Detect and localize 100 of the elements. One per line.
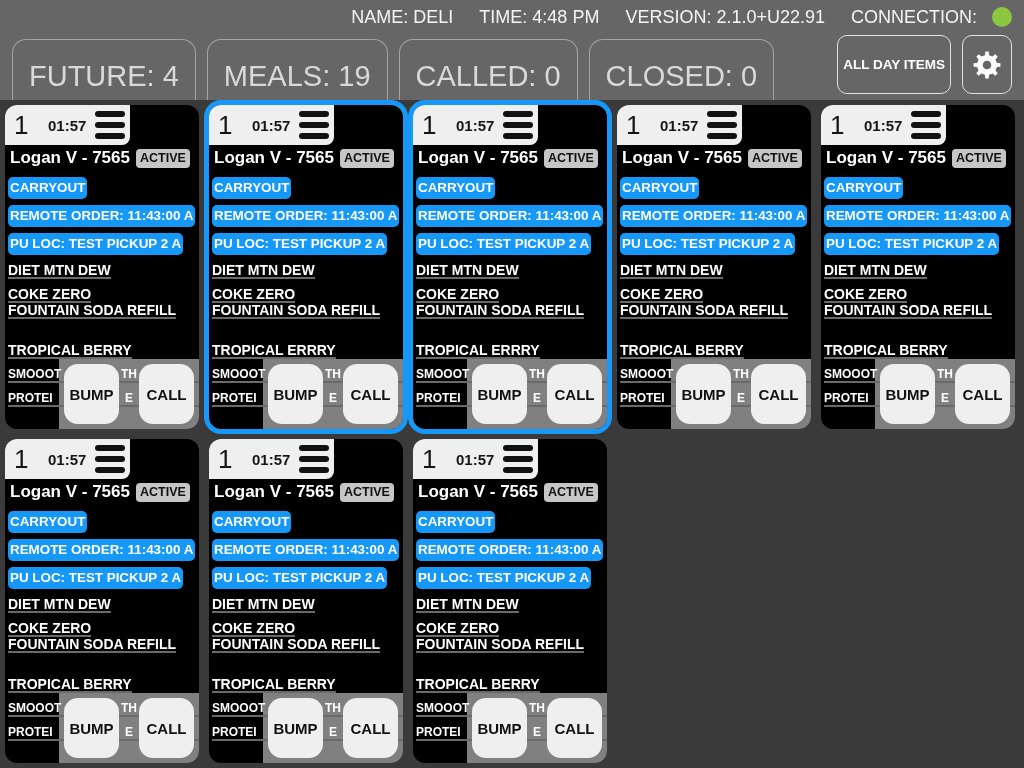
- ticket-number: 1: [422, 443, 437, 475]
- order-tag: CARRYOUT: [824, 177, 904, 199]
- bump-button[interactable]: BUMP: [472, 364, 527, 424]
- order-tag: CARRYOUT: [212, 511, 292, 533]
- customer-name: Logan V - 7565: [10, 482, 130, 502]
- ticket-number: 1: [218, 443, 233, 475]
- order-tag: CARRYOUT: [620, 177, 700, 199]
- item-text: FOUNTAIN SODA REFILL: [212, 637, 380, 653]
- bump-button[interactable]: BUMP: [64, 698, 119, 758]
- status-badge: ACTIVE: [544, 482, 598, 502]
- order-tag: REMOTE ORDER: 11:43:00 A: [824, 205, 1012, 227]
- customer-name: Logan V - 7565: [622, 148, 742, 168]
- item-text: COKE ZERO: [620, 287, 704, 303]
- station-name: NAME: DELI: [351, 6, 454, 28]
- menu-icon[interactable]: [299, 110, 330, 140]
- item-text: PROTEI: [416, 725, 461, 739]
- call-button[interactable]: CALL: [343, 364, 398, 424]
- order-tag: CARRYOUT: [416, 511, 496, 533]
- settings-button[interactable]: [962, 35, 1012, 94]
- order-tag: PU LOC: TEST PICKUP 2 A: [416, 567, 592, 589]
- ticket-timer: 01:57: [456, 450, 495, 468]
- version-label: VERSION: 2.1.0+U22.91: [625, 6, 825, 28]
- item-text: SMOOOT: [416, 701, 470, 715]
- order-tag: REMOTE ORDER: 11:43:00 A: [8, 205, 196, 227]
- ticket-timer: 01:57: [252, 116, 291, 134]
- bump-button[interactable]: BUMP: [64, 364, 119, 424]
- item-text: PROTEI: [8, 391, 53, 405]
- call-button[interactable]: CALL: [547, 698, 602, 758]
- bump-button[interactable]: BUMP: [268, 364, 323, 424]
- call-button[interactable]: CALL: [955, 364, 1010, 424]
- order-tag: PU LOC: TEST PICKUP 2 A: [212, 233, 388, 255]
- bump-button[interactable]: BUMP: [268, 698, 323, 758]
- item-text: DIET MTN DEW: [8, 597, 111, 613]
- menu-icon[interactable]: [707, 110, 738, 140]
- item-text: DIET MTN DEW: [416, 263, 519, 279]
- customer-name: Logan V - 7565: [214, 148, 334, 168]
- item-text: SMOOOT: [8, 701, 62, 715]
- item-text: COKE ZERO: [8, 287, 92, 303]
- call-button[interactable]: CALL: [751, 364, 806, 424]
- item-text: COKE ZERO: [8, 621, 92, 637]
- call-button[interactable]: CALL: [139, 698, 194, 758]
- order-tag: REMOTE ORDER: 11:43:00 A: [212, 539, 400, 561]
- menu-icon[interactable]: [503, 110, 534, 140]
- order-tag: PU LOC: TEST PICKUP 2 A: [416, 233, 592, 255]
- all-day-items-button[interactable]: ALL DAY ITEMS: [837, 35, 951, 94]
- connection-label: CONNECTION:: [851, 6, 977, 28]
- item-text: COKE ZERO: [824, 287, 908, 303]
- time-label: TIME: 4:48 PM: [479, 6, 600, 28]
- item-text: TH: [529, 701, 545, 715]
- item-text: COKE ZERO: [212, 621, 296, 637]
- item-text: FOUNTAIN SODA REFILL: [416, 637, 584, 653]
- item-text: DIET MTN DEW: [212, 263, 315, 279]
- item-text: TH: [121, 701, 137, 715]
- item-text: TH: [733, 367, 749, 381]
- item-text: DIET MTN DEW: [620, 263, 723, 279]
- queue-tab[interactable]: CLOSED: 0: [588, 39, 775, 100]
- order-tag: PU LOC: TEST PICKUP 2 A: [620, 233, 796, 255]
- bump-button[interactable]: BUMP: [676, 364, 731, 424]
- customer-name: Logan V - 7565: [826, 148, 946, 168]
- item-text: PROTEI: [8, 725, 53, 739]
- order-tag: REMOTE ORDER: 11:43:00 A: [212, 205, 400, 227]
- item-text: DIET MTN DEW: [8, 263, 111, 279]
- order-tag: REMOTE ORDER: 11:43:00 A: [416, 539, 604, 561]
- item-text: FOUNTAIN SODA REFILL: [8, 637, 176, 653]
- call-button[interactable]: CALL: [343, 698, 398, 758]
- item-text: TH: [325, 701, 341, 715]
- call-button[interactable]: CALL: [139, 364, 194, 424]
- menu-icon[interactable]: [911, 110, 942, 140]
- bump-button[interactable]: BUMP: [880, 364, 935, 424]
- status-badge: ACTIVE: [544, 148, 598, 168]
- menu-icon[interactable]: [95, 444, 126, 474]
- menu-icon[interactable]: [299, 444, 330, 474]
- customer-name: Logan V - 7565: [418, 148, 538, 168]
- order-tag: CARRYOUT: [416, 177, 496, 199]
- order-tag: REMOTE ORDER: 11:43:00 A: [416, 205, 604, 227]
- menu-icon[interactable]: [503, 444, 534, 474]
- customer-name: Logan V - 7565: [10, 148, 130, 168]
- item-text: FOUNTAIN SODA REFILL: [8, 303, 176, 319]
- customer-name: Logan V - 7565: [418, 482, 538, 502]
- item-text: PROTEI: [212, 725, 257, 739]
- item-text: SMOOOT: [212, 701, 266, 715]
- status-badge: ACTIVE: [136, 482, 190, 502]
- status-badge: ACTIVE: [748, 148, 802, 168]
- settings-icon: [973, 50, 1001, 79]
- ticket-timer: 01:57: [48, 116, 87, 134]
- item-text: PROTEI: [824, 391, 869, 405]
- item-text: FOUNTAIN SODA REFILL: [212, 303, 380, 319]
- status-badge: ACTIVE: [340, 482, 394, 502]
- call-button[interactable]: CALL: [547, 364, 602, 424]
- item-text: TH: [121, 367, 137, 381]
- order-tag: PU LOC: TEST PICKUP 2 A: [212, 567, 388, 589]
- status-badge: ACTIVE: [340, 148, 394, 168]
- item-text: COKE ZERO: [212, 287, 296, 303]
- bump-button[interactable]: BUMP: [472, 698, 527, 758]
- ticket-number: 1: [422, 109, 437, 141]
- queue-tab[interactable]: FUTURE: 4: [12, 39, 196, 100]
- order-tag: REMOTE ORDER: 11:43:00 A: [8, 539, 196, 561]
- order-tag: CARRYOUT: [212, 177, 292, 199]
- customer-name: Logan V - 7565: [214, 482, 334, 502]
- menu-icon[interactable]: [95, 110, 126, 140]
